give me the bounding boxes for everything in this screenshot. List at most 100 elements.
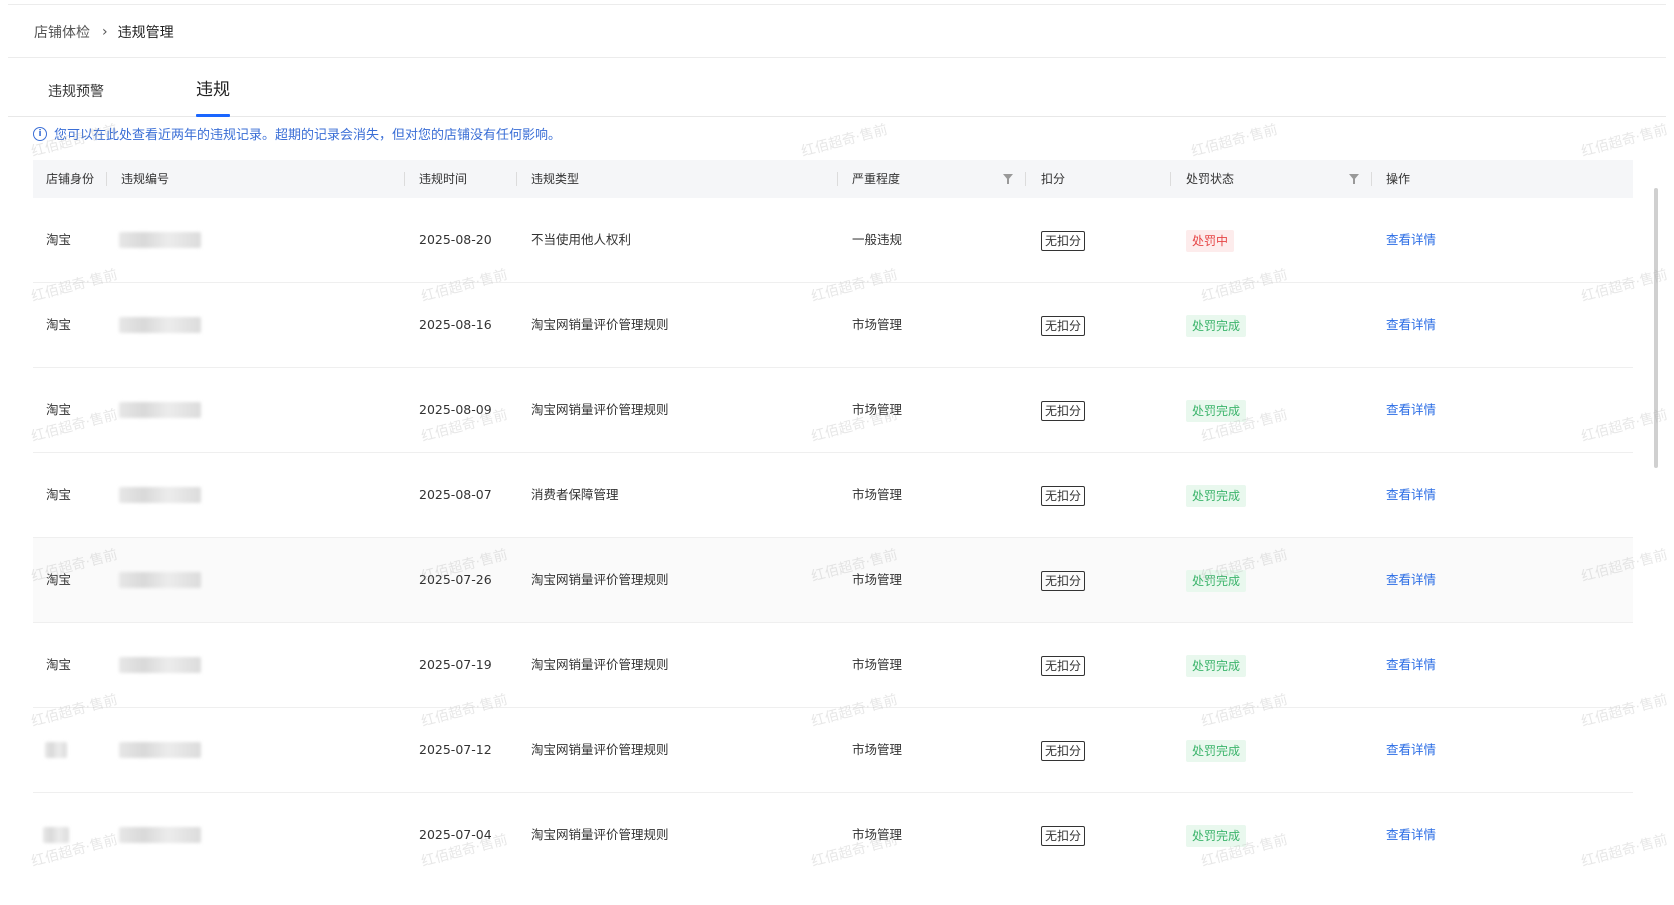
- status-badge: 处罚完成: [1186, 569, 1247, 592]
- breadcrumb-current: 违规管理: [117, 25, 174, 41]
- table-row: 淘宝 2025-08-09 淘宝网销量评价管理规则 市场管理 无扣分 处罚完成 …: [33, 368, 1633, 453]
- view-details-link[interactable]: 查看详情: [1386, 283, 1436, 367]
- violation-table: 店铺身份 违规编号 违规时间 违规类型 严重程度 扣分 处罚状态 操作 淘宝 2…: [33, 160, 1633, 877]
- cell-type: 淘宝网销量评价管理规则: [531, 402, 669, 417]
- score-tag: 无扣分: [1041, 570, 1086, 591]
- status-badge: 处罚完成: [1186, 484, 1247, 507]
- top-divider: [8, 4, 1666, 5]
- view-details-link[interactable]: 查看详情: [1386, 198, 1436, 282]
- score-tag: 无扣分: [1041, 400, 1086, 421]
- view-details-link[interactable]: 查看详情: [1386, 368, 1436, 452]
- cell-type: 消费者保障管理: [531, 487, 619, 502]
- column-header-status: 处罚状态: [1186, 172, 1235, 186]
- status-badge: 处罚完成: [1186, 314, 1247, 337]
- redacted-shop: [45, 742, 67, 758]
- tab-violation[interactable]: 违规: [196, 78, 230, 117]
- column-divider: [837, 172, 838, 186]
- cell-date: 2025-08-09: [419, 402, 492, 417]
- cell-date: 2025-08-16: [419, 317, 492, 332]
- watermark: 红佰超奇·售前: [799, 121, 890, 161]
- watermark: 红佰超奇·售前: [1189, 121, 1280, 161]
- table-row: 淘宝 2025-07-26 淘宝网销量评价管理规则 市场管理 无扣分 处罚完成 …: [33, 538, 1633, 623]
- redacted-violation-id: [119, 402, 201, 418]
- chevron-right-icon: ›: [102, 24, 108, 40]
- tab-bar: 违规预警 违规: [8, 78, 1666, 117]
- table-row: 2025-07-04 淘宝网销量评价管理规则 市场管理 无扣分 处罚完成 查看详…: [33, 793, 1633, 877]
- view-details-link[interactable]: 查看详情: [1386, 453, 1436, 537]
- table-row: 淘宝 2025-08-16 淘宝网销量评价管理规则 市场管理 无扣分 处罚完成 …: [33, 283, 1633, 368]
- status-badge: 处罚完成: [1186, 824, 1247, 847]
- cell-type: 淘宝网销量评价管理规则: [531, 572, 669, 587]
- cell-type: 淘宝网销量评价管理规则: [531, 742, 669, 757]
- redacted-violation-id: [119, 742, 201, 758]
- table-header: 店铺身份 违规编号 违规时间 违规类型 严重程度 扣分 处罚状态 操作: [33, 160, 1633, 198]
- cell-shop: 淘宝: [46, 657, 72, 672]
- notice-text: 您可以在此处查看近两年的违规记录。超期的记录会消失，但对您的店铺没有任何影响。: [54, 128, 562, 143]
- breadcrumb-divider: [8, 57, 1666, 58]
- cell-severity: 市场管理: [852, 402, 903, 417]
- status-badge: 处罚完成: [1186, 399, 1247, 422]
- cell-type: 淘宝网销量评价管理规则: [531, 827, 669, 842]
- view-details-link[interactable]: 查看详情: [1386, 538, 1436, 622]
- score-tag: 无扣分: [1041, 655, 1086, 676]
- redacted-violation-id: [119, 657, 201, 673]
- breadcrumb-parent-link[interactable]: 店铺体检: [34, 22, 90, 42]
- cell-severity: 市场管理: [852, 657, 903, 672]
- table-row: 淘宝 2025-08-20 不当使用他人权利 一般违规 无扣分 处罚中 查看详情: [33, 198, 1633, 283]
- watermark: 红佰超奇·售前: [1579, 121, 1670, 161]
- cell-severity: 一般违规: [852, 232, 903, 247]
- score-tag: 无扣分: [1041, 825, 1086, 846]
- column-divider: [404, 172, 405, 186]
- column-divider: [516, 172, 517, 186]
- tab-violation-warning[interactable]: 违规预警: [48, 78, 104, 116]
- score-tag: 无扣分: [1041, 230, 1086, 251]
- view-details-link[interactable]: 查看详情: [1386, 793, 1436, 877]
- cell-date: 2025-07-12: [419, 742, 492, 757]
- table-row: 淘宝 2025-08-07 消费者保障管理 市场管理 无扣分 处罚完成 查看详情: [33, 453, 1633, 538]
- cell-type: 不当使用他人权利: [531, 232, 632, 247]
- column-header-shop: 店铺身份: [46, 172, 95, 186]
- column-divider: [1025, 172, 1026, 186]
- cell-type: 淘宝网销量评价管理规则: [531, 657, 669, 672]
- filter-icon[interactable]: [1349, 174, 1359, 184]
- view-details-link[interactable]: 查看详情: [1386, 708, 1436, 792]
- cell-severity: 市场管理: [852, 487, 903, 502]
- view-details-link[interactable]: 查看详情: [1386, 623, 1436, 707]
- cell-date: 2025-07-19: [419, 657, 492, 672]
- cell-severity: 市场管理: [852, 317, 903, 332]
- filter-icon[interactable]: [1003, 174, 1013, 184]
- cell-date: 2025-08-20: [419, 232, 492, 247]
- cell-type: 淘宝网销量评价管理规则: [531, 317, 669, 332]
- column-divider: [106, 172, 107, 186]
- column-header-score: 扣分: [1041, 172, 1066, 186]
- redacted-violation-id: [119, 487, 201, 503]
- cell-date: 2025-07-26: [419, 572, 492, 587]
- redacted-shop: [43, 827, 69, 843]
- column-header-type: 违规类型: [531, 172, 580, 186]
- column-header-action: 操作: [1386, 172, 1411, 186]
- status-badge: 处罚中: [1186, 229, 1235, 252]
- cell-shop: 淘宝: [46, 317, 72, 332]
- column-header-severity: 严重程度: [852, 172, 901, 186]
- status-badge: 处罚完成: [1186, 654, 1247, 677]
- score-tag: 无扣分: [1041, 485, 1086, 506]
- breadcrumb: 店铺体检 › 违规管理: [34, 22, 174, 42]
- vertical-scrollbar[interactable]: [1654, 188, 1658, 468]
- redacted-violation-id: [119, 572, 201, 588]
- table-row: 2025-07-12 淘宝网销量评价管理规则 市场管理 无扣分 处罚完成 查看详…: [33, 708, 1633, 793]
- cell-severity: 市场管理: [852, 572, 903, 587]
- table-row: 淘宝 2025-07-19 淘宝网销量评价管理规则 市场管理 无扣分 处罚完成 …: [33, 623, 1633, 708]
- redacted-violation-id: [119, 317, 201, 333]
- score-tag: 无扣分: [1041, 740, 1086, 761]
- column-divider: [1371, 172, 1372, 186]
- column-header-id: 违规编号: [121, 172, 170, 186]
- cell-shop: 淘宝: [46, 402, 72, 417]
- status-badge: 处罚完成: [1186, 739, 1247, 762]
- notice-bar: i 您可以在此处查看近两年的违规记录。超期的记录会消失，但对您的店铺没有任何影响…: [33, 124, 561, 143]
- cell-date: 2025-08-07: [419, 487, 492, 502]
- score-tag: 无扣分: [1041, 315, 1086, 336]
- cell-shop: 淘宝: [46, 572, 72, 587]
- column-header-time: 违规时间: [419, 172, 468, 186]
- cell-shop: 淘宝: [46, 232, 72, 247]
- cell-date: 2025-07-04: [419, 827, 492, 842]
